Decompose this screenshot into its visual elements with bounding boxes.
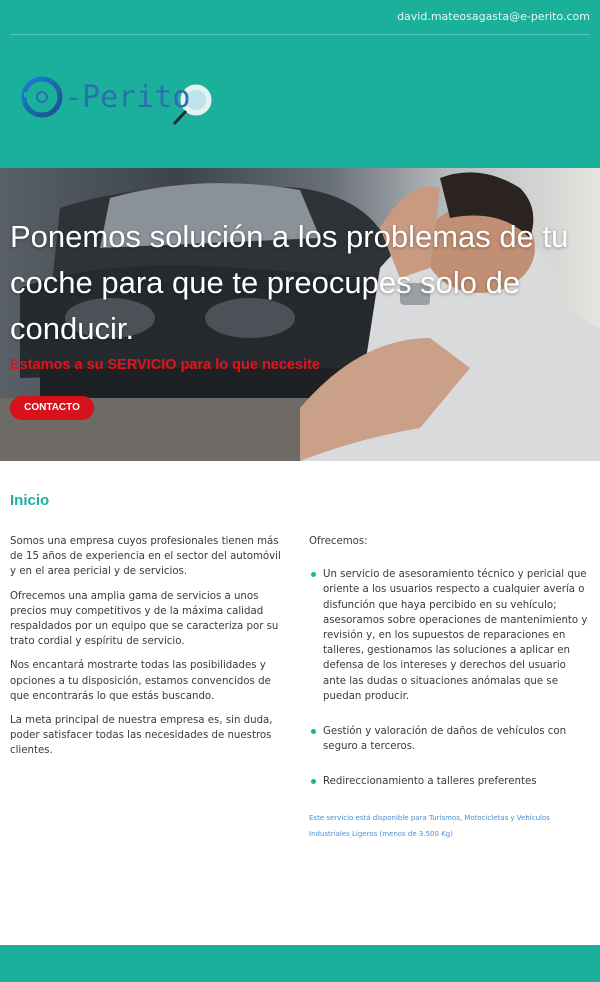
offer-text: Gestión y valoración de daños de vehícul… (323, 726, 567, 753)
bullet-icon (311, 572, 316, 578)
availability-note: Este servicio está disponible para Turis… (309, 814, 550, 838)
offers-list: Un servicio de asesoramiento técnico y p… (309, 567, 591, 789)
intro-paragraph: Ofrecemos una amplia gama de servicios a… (10, 590, 279, 648)
hero-title: Ponemos solución a los problemas de tu c… (10, 219, 569, 346)
offers-intro: Ofrecemos: (309, 536, 368, 547)
site-logo[interactable]: -Perito (20, 70, 220, 130)
intro-paragraph: La meta principal de nuestra empresa es,… (10, 715, 273, 757)
contact-email-link[interactable]: david.mateosagasta@e-perito.com (397, 10, 590, 23)
intro-paragraph: Somos una empresa cuyos profesionales ti… (10, 536, 281, 578)
intro-paragraph: Nos encantará mostrarte todas las posibi… (10, 660, 271, 702)
hero-subtitle: Estamos a su SERVICIO para lo que necesi… (10, 357, 320, 373)
site-footer (0, 945, 600, 982)
hero-banner: Ponemos solución a los problemas de tu c… (0, 168, 600, 461)
offer-text: Redireccionamiento a talleres preferente… (323, 776, 537, 788)
section-title: Inicio (10, 492, 50, 509)
bullet-icon (311, 779, 316, 785)
site-header: david.mateosagasta@e-perito.com -Perito (0, 0, 600, 168)
contact-button[interactable]: CONTACTO (10, 396, 94, 420)
header-divider (10, 34, 590, 35)
bullet-icon (311, 729, 316, 735)
offers-column: Ofrecemos: Un servicio de asesoramiento … (309, 534, 591, 810)
intro-column: Somos una empresa cuyos profesionales ti… (10, 534, 290, 768)
list-item: Redireccionamiento a talleres preferente… (309, 774, 591, 789)
logo-wordmark: -Perito (64, 80, 191, 115)
offer-text: Un servicio de asesoramiento técnico y p… (323, 569, 588, 702)
list-item: Gestión y valoración de daños de vehícul… (309, 724, 591, 754)
list-item: Un servicio de asesoramiento técnico y p… (309, 567, 591, 704)
